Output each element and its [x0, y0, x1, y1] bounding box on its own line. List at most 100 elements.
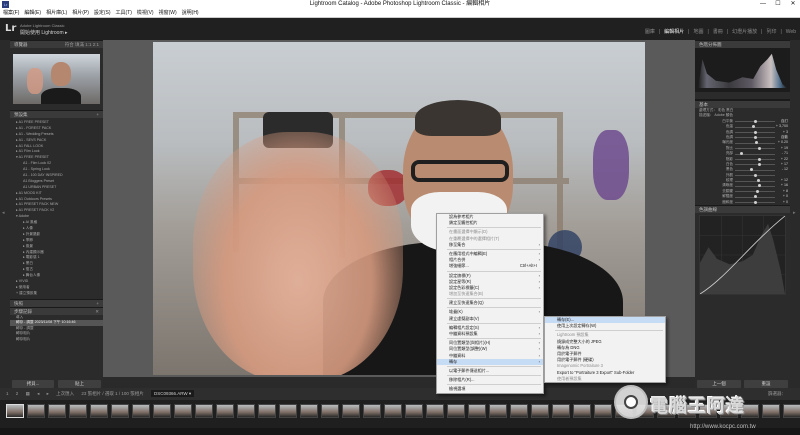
filmstrip-thumbnail[interactable] [468, 404, 486, 418]
clear-history-icon[interactable]: ✕ [95, 308, 99, 316]
slider-knob[interactable] [753, 200, 757, 204]
previous-settings-button[interactable]: 上一個 [697, 380, 741, 388]
filmstrip-thumbnail[interactable] [783, 404, 800, 418]
menu-item[interactable]: 鎖定至觸控相片 [437, 220, 543, 226]
filmstrip-thumbnail[interactable] [405, 404, 423, 418]
filmstrip-thumbnail[interactable] [279, 404, 297, 418]
filmstrip-thumbnail[interactable] [216, 404, 234, 418]
menu-item[interactable]: 增強細節... Ctrl+Alt+I [437, 263, 543, 269]
slider-knob[interactable] [757, 184, 761, 188]
filmstrip-thumbnail[interactable] [447, 404, 465, 418]
filmstrip-thumbnail[interactable] [132, 404, 150, 418]
menu-item[interactable]: 建立虛擬副本(V) [437, 316, 543, 322]
copy-button[interactable]: 拷貝... [12, 380, 54, 388]
menu-item[interactable]: 以電子郵件傳送相片... [437, 368, 543, 374]
menu-item[interactable]: 轉存 › [437, 358, 543, 365]
forward-icon[interactable]: ▸ [47, 391, 49, 396]
filmstrip-thumbnail[interactable] [573, 404, 591, 418]
filmstrip-thumbnail[interactable] [342, 404, 360, 418]
history-header[interactable]: 步驟記錄 ✕ [10, 306, 103, 316]
identity-get-started[interactable]: 開始使用 Lightroom ▸ [20, 29, 68, 36]
filmstrip-thumbnail[interactable] [321, 404, 339, 418]
filmstrip-thumbnail[interactable] [153, 404, 171, 418]
slider-knob[interactable] [751, 125, 755, 129]
slider-track[interactable] [735, 169, 775, 171]
slider-track[interactable] [735, 148, 775, 150]
reset-button[interactable]: 重設 [744, 380, 788, 388]
filmstrip-thumbnail[interactable] [510, 404, 528, 418]
filmstrip-thumbnail[interactable] [237, 404, 255, 418]
filmstrip-thumbnail[interactable] [594, 404, 612, 418]
filmstrip-thumbnail[interactable] [6, 404, 24, 418]
filmstrip-thumbnail[interactable] [48, 404, 66, 418]
navigator-preview[interactable] [13, 54, 100, 104]
module-tab[interactable]: Web [786, 29, 796, 35]
snapshots-header[interactable]: 快照 + [10, 298, 103, 307]
slider-knob[interactable] [755, 141, 759, 145]
navigator-zoom[interactable]: 符合 填滿 1:1 2:1 [65, 41, 99, 49]
filmstrip-thumbnail[interactable] [69, 404, 87, 418]
slider-knob[interactable] [757, 162, 761, 166]
module-tab[interactable]: 書冊 [713, 29, 723, 35]
menu-item[interactable]: 說明(H) [182, 10, 199, 16]
minimize-button[interactable]: — [756, 0, 770, 9]
menu-item[interactable]: 編輯(E) [24, 10, 41, 16]
menu-item[interactable]: 視窗(W) [159, 10, 177, 16]
maximize-button[interactable]: ☐ [771, 0, 785, 9]
filmstrip-thumbnail[interactable] [552, 404, 570, 418]
slider-track[interactable] [735, 159, 775, 161]
module-tab[interactable]: 編輯相片 [664, 29, 684, 35]
slider-knob[interactable] [753, 195, 757, 199]
menu-item[interactable]: 檢視選項 [437, 386, 543, 392]
module-tab[interactable]: 列印 [766, 29, 776, 35]
filmstrip-thumbnail[interactable] [426, 404, 444, 418]
histogram-header[interactable]: 色階分佈圖 [695, 40, 790, 48]
slider-track[interactable] [735, 164, 775, 166]
paste-button[interactable]: 貼上 [58, 380, 101, 388]
filmstrip-thumbnail[interactable] [531, 404, 549, 418]
menu-item[interactable]: 移除相片(R)... [437, 377, 543, 383]
filmstrip-thumbnail[interactable] [27, 404, 45, 418]
add-preset-icon[interactable]: + [96, 111, 99, 119]
menu-item[interactable]: 工具(T) [116, 10, 132, 16]
filmstrip-thumbnail[interactable] [195, 404, 213, 418]
menu-item[interactable]: 相片庫(L) [46, 10, 67, 16]
slider-knob[interactable] [753, 135, 757, 139]
filmstrip-thumbnail[interactable] [762, 404, 780, 418]
slider-knob[interactable] [753, 173, 757, 177]
slider-knob[interactable] [755, 189, 759, 193]
tone-curve-graph[interactable] [699, 215, 786, 296]
histogram[interactable] [695, 48, 790, 92]
close-button[interactable]: ✕ [786, 0, 800, 9]
menu-item[interactable]: 中繼資料預設集 › [437, 331, 543, 337]
module-tab[interactable]: 圖庫 [645, 29, 655, 35]
filmstrip-thumbnail[interactable] [384, 404, 402, 418]
menu-item[interactable]: 移至集合 › [437, 242, 543, 248]
filmstrip-thumbnail[interactable] [489, 404, 507, 418]
filmstrip-thumbnail[interactable] [258, 404, 276, 418]
left-panel-toggle-icon[interactable]: ◂ [2, 210, 5, 216]
slider-track[interactable] [735, 126, 775, 128]
filmstrip-thumbnail[interactable] [300, 404, 318, 418]
filmstrip-thumbnail[interactable] [111, 404, 129, 418]
module-tab[interactable]: 幻燈片播放 [732, 29, 757, 35]
module-tab[interactable]: 地圖 [693, 29, 703, 35]
slider-knob[interactable] [754, 130, 758, 134]
filmstrip-item-2[interactable]: 2 [16, 391, 19, 396]
history-item[interactable]: 轉存相片 [10, 337, 103, 343]
navigator-header[interactable]: 導覽器 符合 填滿 1:1 2:1 [10, 40, 103, 48]
back-icon[interactable]: ◂ [37, 391, 39, 396]
tone-curve-header[interactable]: 色調曲線 [695, 205, 790, 214]
menu-item[interactable]: 檢視(V) [137, 10, 154, 16]
slider-knob[interactable] [753, 119, 757, 123]
presets-header[interactable]: 預設集 + [10, 110, 103, 118]
grid-icon[interactable]: ▦ [26, 391, 30, 396]
slider-knob[interactable] [756, 179, 760, 183]
preset-item[interactable]: + 建立預設集 [10, 291, 103, 297]
right-panel-toggle-icon[interactable]: ▸ [793, 210, 796, 216]
menu-item[interactable]: 設定(S) [94, 10, 111, 16]
slider-track[interactable] [735, 180, 775, 182]
menu-item[interactable]: 使用上次設定轉存(W) [545, 323, 665, 329]
filmstrip-thumbnail[interactable] [90, 404, 108, 418]
tool-strip[interactable] [695, 92, 790, 100]
